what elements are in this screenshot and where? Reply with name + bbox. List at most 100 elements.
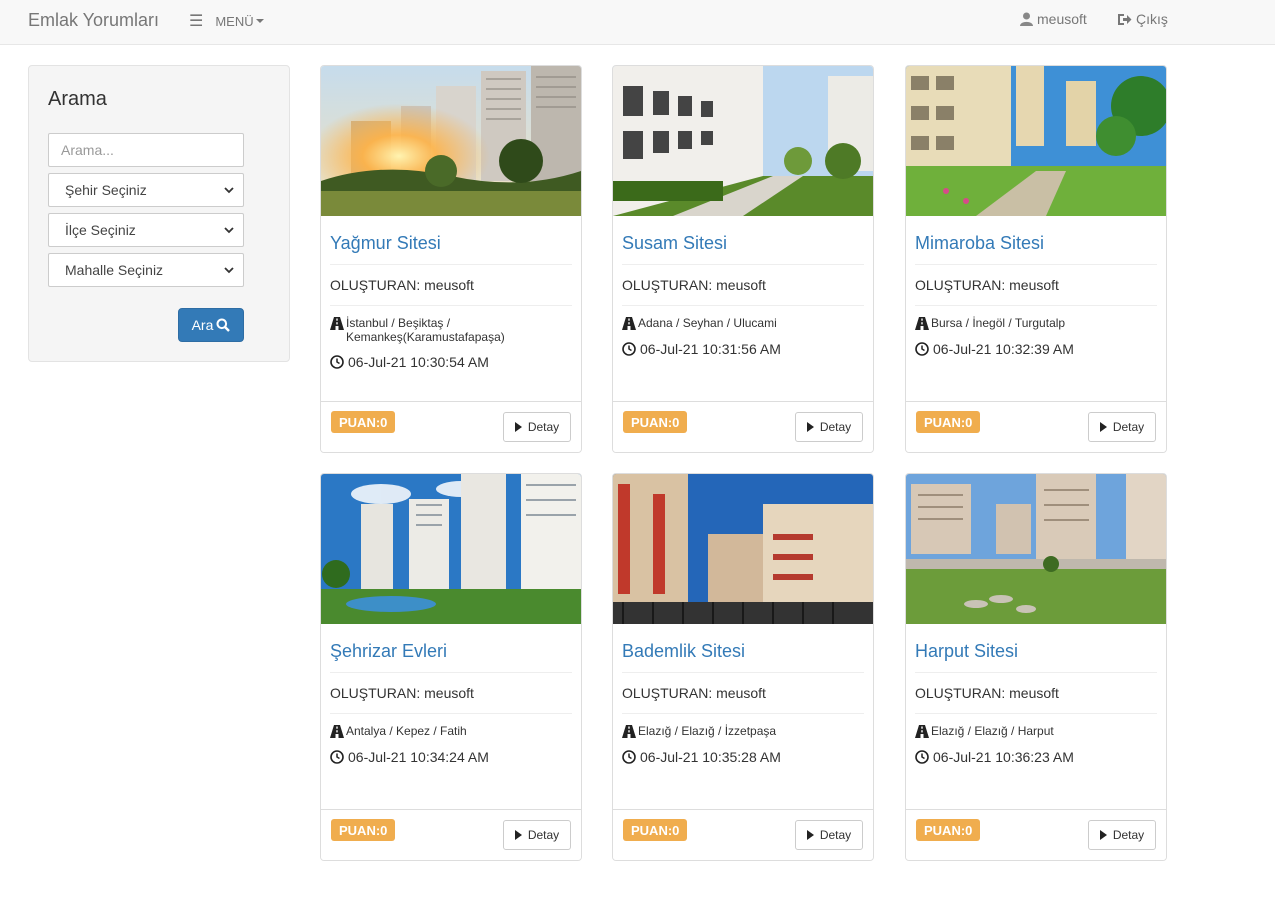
property-image[interactable] [613,66,873,216]
property-date-text: 06-Jul-21 10:36:23 AM [933,749,1074,765]
city-select-value: Şehir Seçiniz [65,182,147,198]
search-input[interactable]: Arama... [48,133,244,167]
property-image[interactable] [321,474,581,624]
user-icon [1020,12,1033,26]
clock-icon [915,750,929,764]
divider [622,713,864,714]
play-icon [806,422,814,432]
card-footer: PUAN:0 Detay [906,809,1166,860]
property-image[interactable] [906,474,1166,624]
score-badge: PUAN:0 [916,819,981,841]
logout-icon [1118,13,1132,25]
username: meusoft [1037,11,1087,27]
neighborhood-select[interactable]: Mahalle Seçiniz [48,253,244,287]
property-date-text: 06-Jul-21 10:30:54 AM [348,354,489,370]
card-footer: PUAN:0 Detay [613,809,873,860]
divider [330,713,572,714]
score-badge: PUAN:0 [916,411,981,433]
search-icon [216,318,231,332]
detail-button-label: Detay [819,828,852,842]
detail-button[interactable]: Detay [795,412,863,442]
play-icon [1099,422,1107,432]
property-image[interactable] [906,66,1166,216]
card-footer: PUAN:0 Detay [906,401,1166,452]
divider [622,305,864,306]
score-badge: PUAN:0 [331,819,396,841]
detail-button[interactable]: Detay [795,820,863,850]
city-select[interactable]: Şehir Seçiniz [48,173,244,207]
detail-button-label: Detay [1112,828,1145,842]
property-location: Elazığ / Elazığ / Harput [915,724,1155,738]
road-icon [915,725,929,738]
property-image[interactable] [613,474,873,624]
property-date-text: 06-Jul-21 10:32:39 AM [933,341,1074,357]
clock-icon [622,342,636,356]
brand-link[interactable]: Emlak Yorumları [28,10,159,31]
property-location: Antalya / Kepez / Fatih [330,724,570,738]
divider [330,672,572,673]
property-date: 06-Jul-21 10:32:39 AM [915,341,1074,357]
chevron-down-icon [224,227,234,234]
card-footer: PUAN:0 Detay [613,401,873,452]
user-link[interactable]: meusoft [1020,11,1087,27]
property-date: 06-Jul-21 10:30:54 AM [330,354,489,370]
property-card: Harput Sitesi OLUŞTURAN: meusoft Elazığ … [905,473,1167,861]
detail-button[interactable]: Detay [1088,820,1156,850]
search-button[interactable]: Ara [178,308,244,342]
property-location-text: Elazığ / Elazığ / Harput [931,724,1054,738]
menu-dropdown[interactable]: ☰ MENÜ [189,11,264,31]
search-panel: Arama Arama... Şehir Seçiniz İlçe Seçini… [28,65,290,362]
property-card: Susam Sitesi OLUŞTURAN: meusoft Adana / … [612,65,874,453]
property-title-link[interactable]: Susam Sitesi [622,233,727,254]
logout-link[interactable]: Çıkış [1117,11,1168,27]
road-icon [330,725,344,738]
detail-button[interactable]: Detay [503,820,571,850]
property-location-text: Elazığ / Elazığ / İzzetpaşa [638,724,777,738]
property-date: 06-Jul-21 10:31:56 AM [622,341,781,357]
chevron-down-icon [224,267,234,274]
property-card: Şehrizar Evleri OLUŞTURAN: meusoft Antal… [320,473,582,861]
property-title-link[interactable]: Bademlik Sitesi [622,641,745,662]
property-date-text: 06-Jul-21 10:35:28 AM [640,749,781,765]
property-location-text: Adana / Seyhan / Ulucami [638,316,777,330]
property-location-text: Antalya / Kepez / Fatih [346,724,467,738]
search-title: Arama [48,88,107,110]
property-date: 06-Jul-21 10:34:24 AM [330,749,489,765]
property-title-link[interactable]: Mimaroba Sitesi [915,233,1044,254]
road-icon [622,725,636,738]
clock-icon [330,355,344,369]
property-title-link[interactable]: Harput Sitesi [915,641,1018,662]
top-navbar: Emlak Yorumları ☰ MENÜ meusoft Çıkış [0,0,1275,45]
score-badge: PUAN:0 [623,819,688,841]
score-badge: PUAN:0 [623,411,688,433]
logout-label: Çıkış [1136,11,1168,27]
hamburger-icon: ☰ [189,13,204,30]
property-location: İstanbul / Beşiktaş / Kemankeş(Karamusta… [330,316,570,344]
district-select-value: İlçe Seçiniz [65,222,136,238]
divider [330,264,572,265]
property-date-text: 06-Jul-21 10:34:24 AM [348,749,489,765]
divider [915,672,1157,673]
card-footer: PUAN:0 Detay [321,809,581,860]
neighborhood-select-value: Mahalle Seçiniz [65,262,164,278]
property-card: Bademlik Sitesi OLUŞTURAN: meusoft Elazı… [612,473,874,861]
divider [915,713,1157,714]
divider [915,264,1157,265]
divider [622,672,864,673]
search-button-label: Ara [191,317,214,333]
divider [330,305,572,306]
property-date: 06-Jul-21 10:36:23 AM [915,749,1074,765]
detail-button[interactable]: Detay [1088,412,1156,442]
property-creator: OLUŞTURAN: meusoft [622,277,766,293]
property-title-link[interactable]: Yağmur Sitesi [330,233,441,254]
detail-button-label: Detay [527,420,560,434]
property-creator: OLUŞTURAN: meusoft [915,685,1059,701]
property-image[interactable] [321,66,581,216]
property-title-link[interactable]: Şehrizar Evleri [330,641,447,662]
road-icon [915,317,929,330]
play-icon [514,830,522,840]
district-select[interactable]: İlçe Seçiniz [48,213,244,247]
detail-button[interactable]: Detay [503,412,571,442]
property-creator: OLUŞTURAN: meusoft [622,685,766,701]
property-location-text: İstanbul / Beşiktaş / Kemankeş(Karamusta… [346,316,505,344]
